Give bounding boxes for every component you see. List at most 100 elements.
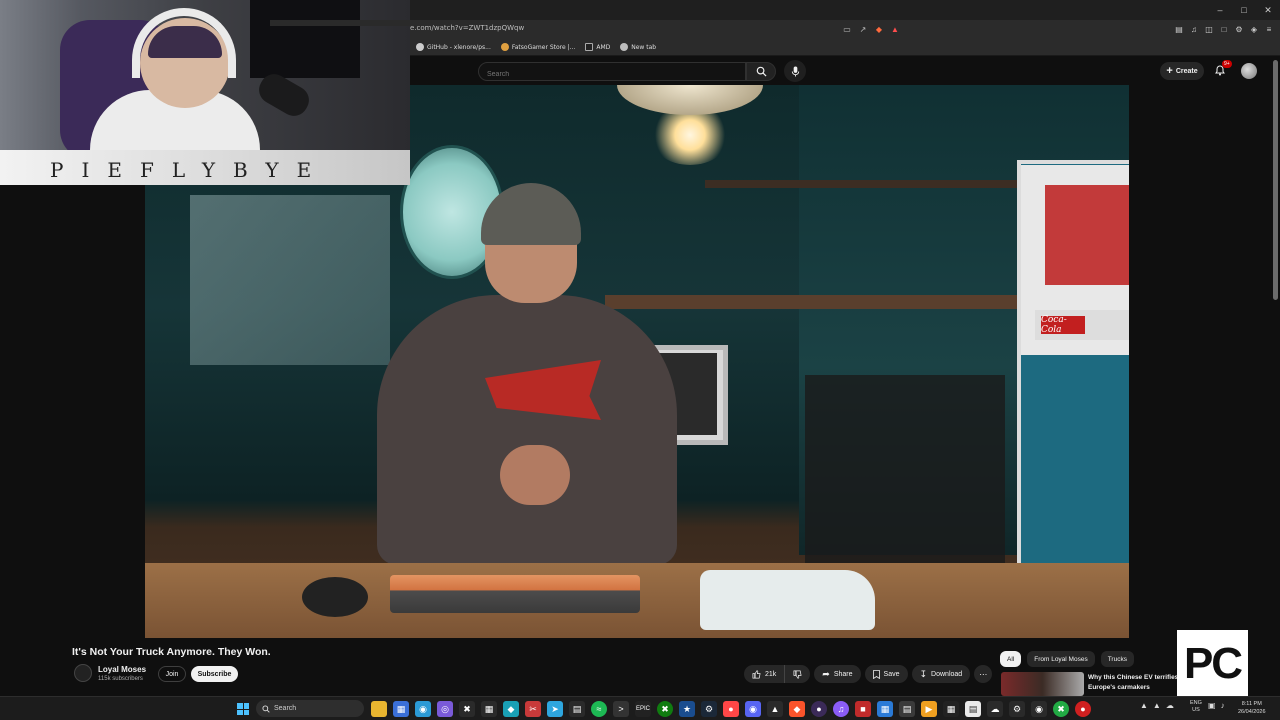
rewards-icon[interactable]: ▲ (890, 23, 900, 35)
language-indicator[interactable]: ENG US (1190, 700, 1202, 714)
taskbar-search[interactable]: Search (256, 700, 364, 717)
taskbar-clock[interactable]: 8:11 PM 26/04/2026 (1238, 700, 1266, 716)
share-button[interactable]: ➦ Share (814, 665, 861, 683)
globe-icon (620, 43, 629, 51)
account-avatar[interactable] (1241, 63, 1257, 79)
document-icon[interactable]: ▤ (965, 701, 981, 717)
related-filter-chips: All From Loyal Moses Trucks (1000, 651, 1134, 667)
maximize-icon[interactable]: □ (1232, 0, 1256, 20)
telegram-icon[interactable]: ➤ (547, 701, 563, 717)
copilot-icon[interactable]: ◎ (437, 701, 453, 717)
steam-icon[interactable]: ⚙ (701, 701, 717, 717)
share-icon[interactable]: ↗ (858, 23, 868, 35)
clock-time: 8:11 PM (1241, 701, 1262, 707)
voice-search-button[interactable] (784, 60, 806, 82)
bookmark-icon (872, 669, 880, 679)
subscribe-button[interactable]: Subscribe (191, 666, 238, 682)
quick-settings[interactable]: ▣ ♪ (1208, 701, 1225, 710)
more-actions-icon[interactable]: ⋯ (974, 665, 993, 683)
url-text[interactable]: e.com/watch?v=ZWT1dzpQWqw (410, 24, 524, 32)
search-box[interactable] (478, 62, 746, 83)
calendar-icon[interactable]: ▦ (481, 701, 497, 717)
obs-icon[interactable]: ● (811, 701, 827, 717)
streamer-name: PIEFLYBYE (50, 158, 330, 182)
tab-icon[interactable]: □ (1219, 23, 1229, 36)
dislike-button[interactable] (785, 665, 810, 683)
brave-shield-icon[interactable]: ◆ (874, 23, 884, 35)
menu-icon[interactable]: ≡ (1264, 23, 1274, 36)
video-keyboard (390, 575, 640, 613)
spotify-icon[interactable]: ≈ (591, 701, 607, 717)
gallery-icon[interactable]: ▤ (899, 701, 915, 717)
wallet-icon[interactable]: ◈ (1249, 23, 1259, 36)
github-icon (416, 43, 424, 51)
settings-icon[interactable]: ⚙ (1009, 701, 1025, 717)
channel-name[interactable]: Loyal Moses (98, 665, 146, 674)
photos-icon[interactable]: ▦ (877, 701, 893, 717)
download-button[interactable]: ↧ Download (911, 665, 971, 683)
network-app-icon[interactable]: ◉ (1031, 701, 1047, 717)
start-button[interactable] (237, 703, 249, 715)
xbox-icon[interactable]: ✖ (459, 701, 475, 717)
discord-icon[interactable]: ◉ (745, 701, 761, 717)
stream-deck-icon[interactable]: ▦ (943, 701, 959, 717)
xbox-app-icon[interactable]: ✖ (657, 701, 673, 717)
streamer-name-banner: PIEFLYBYE (0, 150, 410, 185)
tray-overflow-icon[interactable]: ▲ (1140, 701, 1148, 710)
extensions-icon[interactable]: ⚙ (1234, 23, 1244, 36)
ea-app-icon[interactable]: ● (723, 701, 739, 717)
media-player-icon[interactable]: ▶ (921, 701, 937, 717)
search-input[interactable] (479, 66, 745, 83)
cloud-icon[interactable]: ☁ (1166, 701, 1174, 710)
sidebar-icon[interactable]: ◫ (1204, 23, 1214, 36)
paint-icon[interactable]: ◆ (503, 701, 519, 717)
page-scrollbar[interactable] (1273, 60, 1278, 300)
epic-games-icon[interactable]: EPIC (635, 701, 651, 717)
chip-from-channel[interactable]: From Loyal Moses (1027, 651, 1095, 667)
store-icon[interactable]: ▦ (393, 701, 409, 717)
screen-cast-icon[interactable]: ▭ (842, 23, 852, 35)
cloud-app-icon[interactable]: ☁ (987, 701, 1003, 717)
edge-icon[interactable]: ◉ (415, 701, 431, 717)
chip-trucks[interactable]: Trucks (1100, 651, 1134, 667)
taskbar-apps: ▦ ◉ ◎ ✖ ▦ ◆ ✂ ➤ ▤ ≈ > EPIC ✖ ★ ⚙ ● ◉ ▲ ◆… (371, 701, 1091, 717)
rec-app-icon[interactable]: ● (1075, 701, 1091, 717)
video-shelf (605, 295, 1035, 309)
bookmark-fatsogamer[interactable]: FatsoGamer Store |... (500, 43, 575, 51)
snipping-tool-icon[interactable]: ✂ (525, 701, 541, 717)
search-button[interactable] (746, 62, 776, 81)
chip-all[interactable]: All (1000, 651, 1022, 667)
bookmark-amd[interactable]: AMD (585, 43, 610, 51)
bookmark-new-tab[interactable]: New tab (620, 43, 656, 51)
like-count: 21k (765, 670, 777, 678)
app-icon-red[interactable]: ■ (855, 701, 871, 717)
music-icon[interactable]: ♫ (1189, 23, 1199, 36)
thumbs-down-icon (793, 670, 802, 679)
video-presenter-hands (500, 445, 570, 505)
wifi-icon[interactable]: ▲ (1153, 701, 1161, 710)
video-coke-sign: Coca-Cola (1035, 310, 1129, 340)
recommended-video-thumbnail[interactable] (1001, 672, 1084, 696)
save-button[interactable]: Save (864, 665, 908, 683)
windows-logo-icon (237, 703, 243, 709)
video-pinned-papers (190, 195, 390, 365)
like-button[interactable]: 21k (744, 665, 786, 683)
webcam-monitor (250, 0, 360, 78)
vlc-icon[interactable]: ▲ (767, 701, 783, 717)
brave-icon[interactable]: ◆ (789, 701, 805, 717)
game-bar-icon[interactable]: ✖ (1053, 701, 1069, 717)
channel-avatar[interactable] (74, 664, 92, 682)
recommended-video-title[interactable]: Why this Chinese EV terrifies Europe's c… (1088, 673, 1183, 692)
bookmark-github[interactable]: GitHub - xlenore/ps... (416, 43, 491, 51)
music-app-icon[interactable]: ♫ (833, 701, 849, 717)
notepad-icon[interactable]: ▤ (569, 701, 585, 717)
create-button[interactable]: + Create (1160, 62, 1204, 80)
terminal-icon[interactable]: > (613, 701, 629, 717)
webcam-mic-arm (270, 20, 410, 26)
minimize-icon[interactable]: – (1208, 0, 1232, 20)
close-icon[interactable]: ✕ (1256, 0, 1280, 20)
reader-icon[interactable]: ▤ (1174, 23, 1184, 36)
file-explorer-icon[interactable] (371, 701, 387, 717)
join-button[interactable]: Join (158, 666, 186, 682)
battle-net-icon[interactable]: ★ (679, 701, 695, 717)
